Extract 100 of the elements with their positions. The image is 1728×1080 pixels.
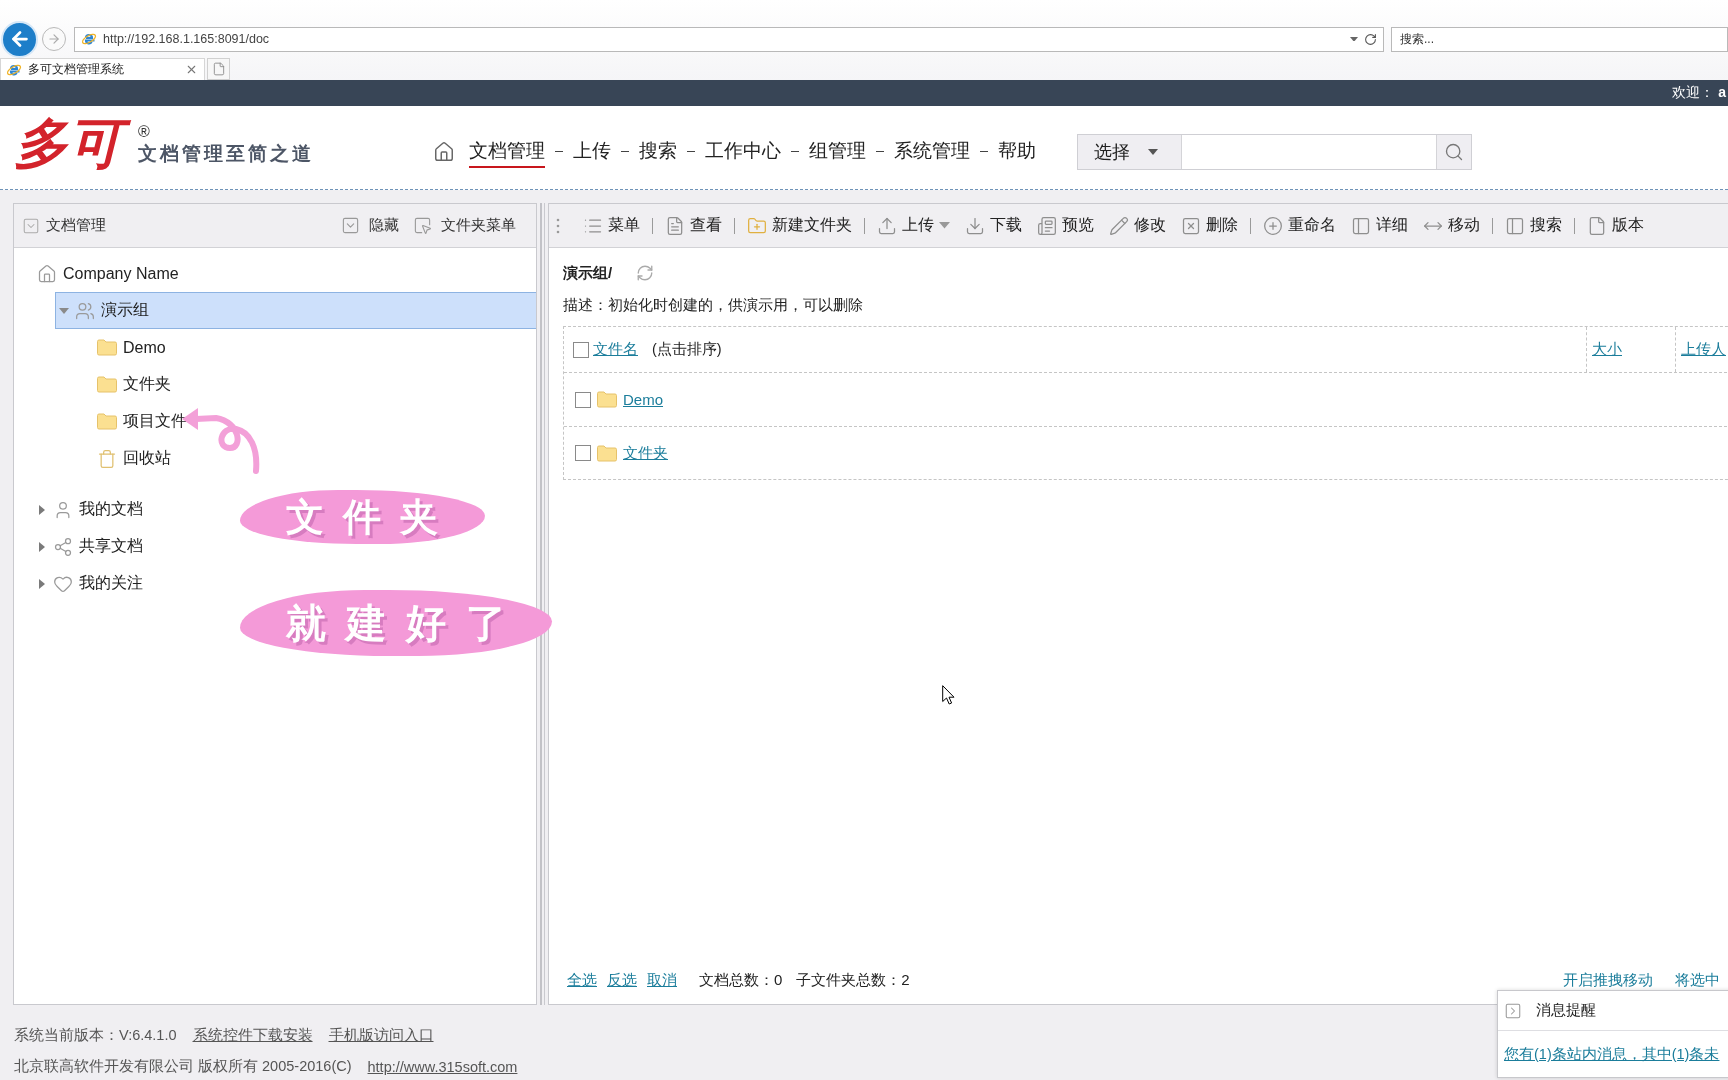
refresh-icon[interactable]	[636, 264, 655, 282]
folder-path: 演示组/	[563, 263, 613, 283]
checkbox[interactable]	[573, 341, 589, 358]
folder-icon	[97, 413, 117, 430]
toolbar-button[interactable]: 详细	[1345, 215, 1414, 236]
tree-item[interactable]: 项目文件	[77, 403, 191, 440]
folder-link[interactable]: Demo	[623, 391, 663, 408]
browser-logo-icon	[81, 31, 97, 47]
panel-icon	[1351, 215, 1371, 236]
count-text: 子文件夹总数：2	[796, 970, 910, 990]
selection-link[interactable]: 取消	[647, 970, 677, 990]
footer-link[interactable]: 系统控件下载安装	[192, 1026, 313, 1045]
toolbar-button[interactable]: 删除	[1175, 215, 1244, 236]
tree-item[interactable]: 文件夹	[77, 366, 175, 403]
pointer-icon	[413, 216, 432, 235]
panel-title: 文档管理	[46, 216, 106, 235]
nav-link[interactable]: 工作中心	[705, 135, 781, 168]
notification-title: 消息提醒	[1536, 1001, 1596, 1020]
toolbar-button[interactable]: 上传	[871, 215, 956, 236]
back-button[interactable]	[1, 20, 38, 58]
panel-action-button[interactable]: 文件夹菜单	[413, 216, 516, 235]
action-link[interactable]: 将选中	[1675, 970, 1720, 990]
count-text: 文档总数：0	[699, 970, 783, 990]
toolbar-button[interactable]: 查看	[659, 215, 728, 236]
nav-link[interactable]: 帮助	[998, 135, 1036, 168]
folder-link[interactable]: 文件夹	[623, 443, 668, 463]
upload-icon	[877, 215, 897, 236]
trademark-sign: ®	[138, 123, 150, 141]
panel-action-button[interactable]: 隐藏	[341, 216, 399, 235]
forward-button[interactable]	[42, 27, 66, 51]
close-icon	[185, 63, 198, 76]
file-icon	[1587, 215, 1607, 236]
tree-item[interactable]: Demo	[77, 329, 170, 366]
caret-right-icon[interactable]	[37, 541, 47, 552]
new-tab-button[interactable]	[207, 58, 230, 80]
caret-down-icon[interactable]	[59, 305, 69, 316]
nav-link[interactable]: 上传	[573, 135, 611, 168]
caret-right-icon[interactable]	[37, 504, 47, 515]
folder-icon	[97, 376, 117, 393]
toolbar-button[interactable]: 新建文件夹	[741, 215, 858, 236]
folder-icon	[97, 339, 117, 356]
browser-search-field[interactable]: 搜索...	[1391, 26, 1728, 52]
arrow-right-icon	[47, 32, 61, 46]
home-icon	[37, 263, 57, 284]
newspaper-icon	[1037, 215, 1057, 236]
grip-icon[interactable]	[556, 217, 560, 234]
nav-link[interactable]: 组管理	[809, 135, 866, 168]
toolbar-button[interactable]: 预览	[1031, 215, 1100, 236]
home-icon[interactable]	[433, 140, 455, 163]
folder-description: 描述：初始化时创建的，供演示用，可以删除	[563, 296, 864, 315]
message-link[interactable]: 您有(1)条站内消息，其中(1)条未	[1504, 1046, 1720, 1062]
trash-icon	[97, 448, 117, 469]
toolbar-button[interactable]: 下载	[959, 215, 1028, 236]
expand-icon[interactable]	[1504, 1001, 1522, 1020]
collapse-icon[interactable]	[22, 216, 40, 235]
column-sort-link[interactable]: 上传人	[1681, 340, 1726, 359]
toolbar-button[interactable]: 搜索	[1499, 215, 1568, 236]
nav-link[interactable]: 文档管理	[469, 135, 545, 168]
file-icon	[211, 62, 226, 76]
checkbox[interactable]	[575, 445, 591, 461]
panel-icon	[1505, 215, 1525, 236]
toolbar-button[interactable]: 版本	[1581, 215, 1650, 236]
nav-link[interactable]: 搜索	[639, 135, 677, 168]
folder-plus-icon	[747, 215, 767, 236]
tab-close-button[interactable]	[185, 63, 198, 76]
delete-icon	[1181, 215, 1201, 236]
share-icon	[53, 536, 73, 557]
collapse-icon	[341, 216, 360, 235]
nav-link[interactable]: 系统管理	[894, 135, 970, 168]
logo-tagline: 文档管理至简之道	[138, 142, 314, 166]
circle-plus-icon	[1263, 215, 1283, 236]
selection-link[interactable]: 反选	[607, 970, 637, 990]
logo: 多可	[14, 112, 130, 175]
refresh-icon	[1364, 32, 1377, 46]
browser-tab[interactable]: 多可文档管理系统	[0, 58, 205, 80]
toolbar-button[interactable]: 修改	[1103, 215, 1172, 236]
checkbox[interactable]	[575, 391, 591, 408]
toolbar-button[interactable]: 移动	[1417, 215, 1486, 236]
users-icon	[75, 300, 95, 321]
column-sort-link[interactable]: 文件名	[593, 340, 638, 359]
folder-icon	[597, 444, 617, 462]
caret-right-icon[interactable]	[37, 578, 47, 589]
selection-link[interactable]: 全选	[567, 970, 597, 990]
website-link[interactable]: http://www.315soft.com	[367, 1058, 518, 1075]
sort-hint: (点击排序)	[652, 340, 722, 359]
address-field[interactable]: http://192.168.1.165:8091/doc	[74, 26, 1384, 52]
toolbar-button[interactable]: 重命名	[1257, 215, 1342, 236]
tree-item[interactable]: 演示组	[55, 292, 536, 329]
footer-link[interactable]: 手机版访问入口	[328, 1026, 434, 1045]
tree-item[interactable]: 回收站	[77, 440, 175, 477]
tree-item[interactable]: 我的文档	[33, 491, 147, 528]
welcome-text: 欢迎： a	[1672, 84, 1726, 102]
folder-icon	[597, 391, 617, 408]
column-sort-link[interactable]: 大小	[1592, 340, 1622, 359]
version-text: 系统当前版本：V:6.4.1.0	[14, 1026, 177, 1045]
tree-item[interactable]: 我的关注	[33, 565, 147, 602]
toolbar-button[interactable]: 菜单	[577, 215, 646, 236]
action-link[interactable]: 开启推拽移动	[1563, 970, 1653, 990]
tree-item[interactable]: 共享文档	[33, 528, 147, 565]
tree-item[interactable]: Company Name	[33, 255, 183, 292]
